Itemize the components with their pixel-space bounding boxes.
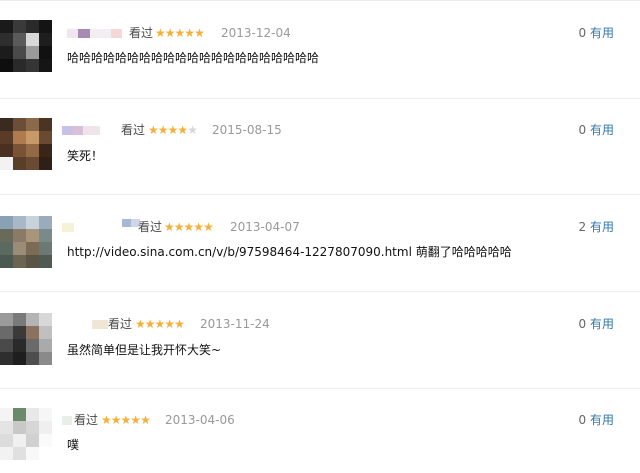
review-meta: 看过 ★★★★★ 2015-08-15 [62,122,392,138]
star-filled-icon: ★ [157,123,169,137]
username-blurred[interactable] [67,29,122,38]
avatar[interactable] [0,216,52,268]
avatar[interactable] [0,20,52,72]
useful-vote[interactable]: 0 有用 [579,316,614,332]
star-filled-icon: ★ [203,220,214,234]
star-filled-icon: ★ [183,220,195,234]
review-meta: 看过 ★★★★★ 2013-04-06 [62,412,392,428]
avatar[interactable] [0,408,52,460]
top-divider [0,0,640,1]
star-filled-icon: ★ [120,413,132,427]
useful-button[interactable]: 有用 [590,317,614,331]
review-meta: 看过 ★★★★★ 2013-11-24 [62,316,392,332]
star-filled-icon: ★ [135,317,146,331]
star-rating: ★★★★★ [164,219,214,235]
watched-label: 看过 [74,413,99,427]
star-filled-icon: ★ [110,413,122,427]
review-comment: 哈哈哈哈哈哈哈哈哈哈哈哈哈哈哈哈哈哈哈哈哈 [67,51,320,65]
review-meta: 看过 ★★★★★ 2013-12-04 [67,25,387,41]
star-filled-icon: ★ [173,220,185,234]
star-filled-icon: ★ [148,123,159,137]
review-divider [0,98,640,99]
star-filled-icon: ★ [174,26,186,40]
star-filled-icon: ★ [144,317,156,331]
review-date: 2013-12-04 [221,26,291,40]
review-comment: 虽然简单但是让我开怀大笑~ [67,343,222,357]
review-comment: 笑死！ [67,149,104,163]
star-filled-icon: ★ [174,317,185,331]
useful-vote[interactable]: 0 有用 [579,412,614,428]
star-filled-icon: ★ [177,123,188,137]
review-divider [0,388,640,389]
star-filled-icon: ★ [164,317,175,331]
star-filled-icon: ★ [101,413,112,427]
useful-vote[interactable]: 0 有用 [579,122,614,138]
review-comment: 噗 [67,438,80,452]
star-filled-icon: ★ [193,220,204,234]
watched-label: 看过 [129,26,154,40]
star-filled-icon: ★ [164,220,175,234]
watched-label: 看过 [138,220,163,234]
review-divider [0,194,640,195]
useful-button[interactable]: 有用 [590,220,614,234]
review-divider [0,291,640,292]
useful-button[interactable]: 有用 [590,26,614,40]
star-rating: ★★★★★ [155,25,205,41]
username-blurred[interactable] [62,126,100,135]
useful-count: 0 [578,317,587,331]
star-filled-icon: ★ [167,123,179,137]
useful-button[interactable]: 有用 [590,413,614,427]
useful-vote[interactable]: 0 有用 [579,25,614,41]
star-filled-icon: ★ [194,26,205,40]
watched-label: 看过 [121,123,146,137]
star-rating: ★★★★★ [135,316,185,332]
useful-count: 0 [578,413,587,427]
star-filled-icon: ★ [164,26,176,40]
watched-label: 看过 [108,317,133,331]
review-date: 2013-11-24 [200,317,270,331]
star-filled-icon: ★ [155,26,166,40]
useful-button[interactable]: 有用 [590,123,614,137]
star-filled-icon: ★ [154,317,166,331]
review-meta: 看过 ★★★★★ 2013-04-07 [62,219,392,235]
review-date: 2013-04-07 [230,220,300,234]
username-blurred[interactable] [62,416,72,425]
username-blurred[interactable] [92,320,108,329]
useful-count: 0 [578,26,587,40]
username-blurred[interactable] [62,223,74,232]
star-filled-icon: ★ [130,413,141,427]
review-date: 2015-08-15 [212,123,282,137]
star-filled-icon: ★ [140,413,151,427]
avatar[interactable] [0,118,52,170]
useful-vote[interactable]: 2 有用 [579,219,614,235]
star-rating: ★★★★★ [101,412,151,428]
star-filled-icon: ★ [184,26,195,40]
review-comment: http://video.sina.com.cn/v/b/97598464-12… [67,245,512,259]
useful-count: 2 [578,220,587,234]
useful-count: 0 [578,123,587,137]
avatar[interactable] [0,313,52,365]
star-empty-icon: ★ [187,123,198,137]
review-date: 2013-04-06 [165,413,235,427]
star-rating: ★★★★★ [148,122,198,138]
